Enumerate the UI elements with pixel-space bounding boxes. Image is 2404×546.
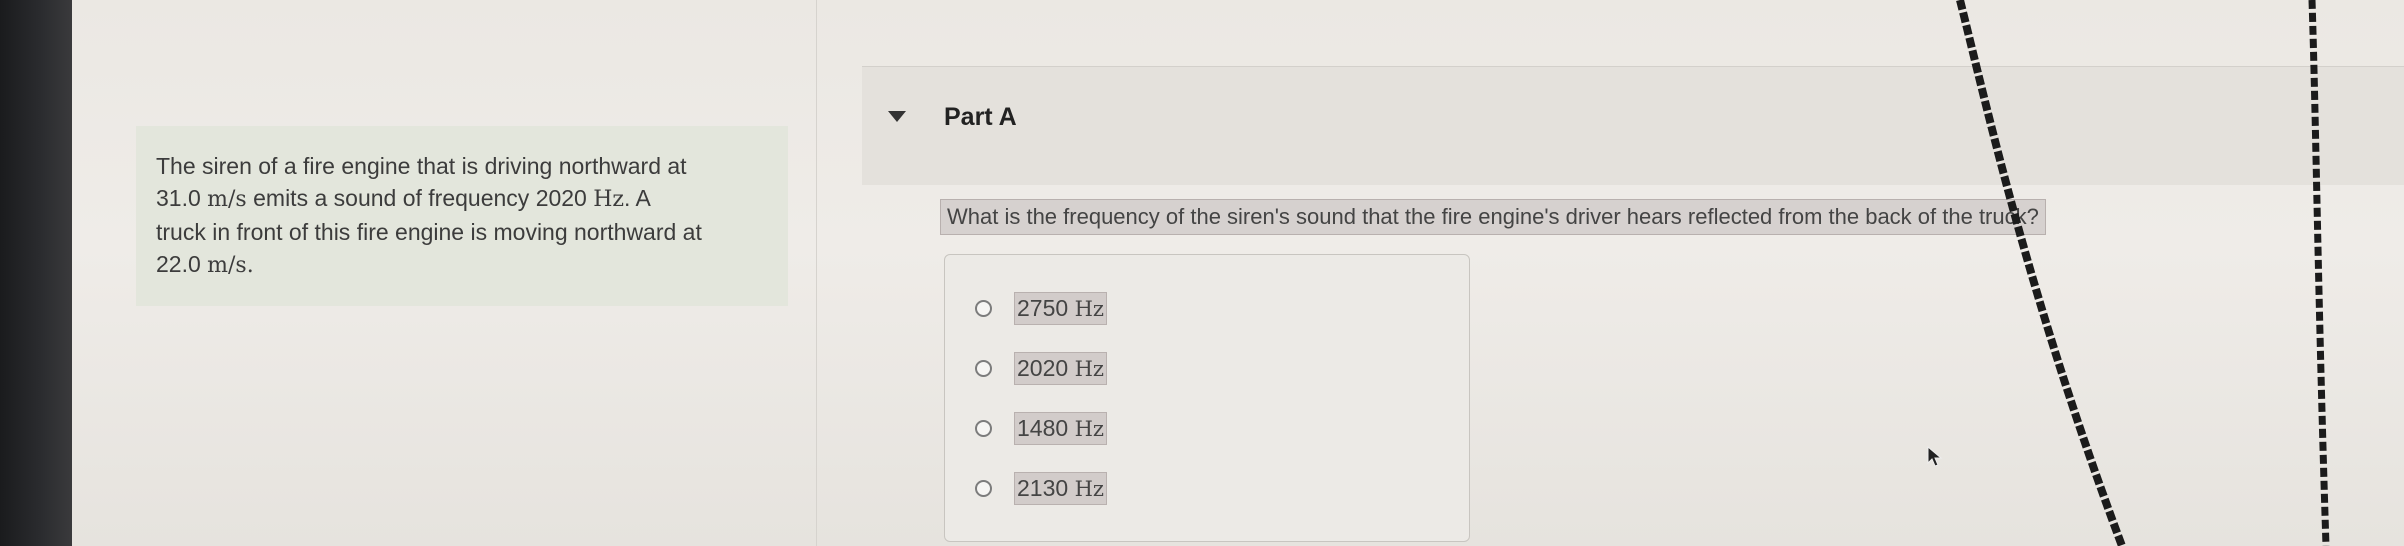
- option-1[interactable]: 2750 Hz: [975, 291, 1107, 325]
- truck-speed-unit: m/s: [207, 253, 247, 278]
- mouse-cursor-icon: [1927, 446, 1943, 467]
- option-label: 2750 Hz: [1014, 291, 1107, 325]
- question-text: What is the frequency of the siren's sou…: [940, 199, 2046, 235]
- problem-text: emits a sound of frequency: [253, 185, 530, 211]
- option-label: 2130 Hz: [1014, 471, 1107, 505]
- radio-button-icon[interactable]: [975, 299, 992, 317]
- problem-line-3: truck in front of this fire engine is mo…: [156, 216, 768, 248]
- option-2[interactable]: 2020 Hz: [975, 351, 1107, 385]
- speed-value: 31.0: [156, 185, 201, 211]
- option-label: 2020 Hz: [1014, 351, 1107, 385]
- column-divider: [816, 0, 817, 546]
- problem-line-1: The siren of a fire engine that is drivi…: [156, 150, 768, 182]
- truck-speed-value: 22.0: [156, 251, 201, 277]
- part-title: Part A: [944, 103, 1017, 131]
- radio-button-icon[interactable]: [975, 479, 992, 497]
- answer-options: 2750 Hz 2020 Hz 1480 Hz 2130 Hz: [944, 254, 1470, 542]
- radio-button-icon[interactable]: [975, 419, 992, 437]
- option-4[interactable]: 2130 Hz: [975, 471, 1107, 505]
- caret-down-icon[interactable]: [888, 111, 906, 122]
- problem-text: truck in front of this fire engine is mo…: [156, 219, 702, 245]
- problem-line-4: 22.0 m/s.: [156, 248, 768, 282]
- problem-text: . A: [624, 185, 651, 211]
- problem-line-2: 31.0 m/s emits a sound of frequency 2020…: [156, 182, 768, 216]
- part-a-header[interactable]: Part A: [862, 66, 2404, 185]
- frequency-value: 2020: [535, 185, 587, 211]
- problem-text: The siren of a fire engine that is drivi…: [156, 153, 687, 179]
- problem-text: .: [246, 253, 254, 278]
- option-3[interactable]: 1480 Hz: [975, 411, 1107, 445]
- monitor-bezel: [0, 0, 72, 546]
- radio-button-icon[interactable]: [975, 359, 992, 377]
- option-label: 1480 Hz: [1014, 411, 1107, 445]
- speed-unit: m/s: [207, 187, 247, 212]
- frequency-unit: Hz: [593, 187, 625, 212]
- problem-statement: The siren of a fire engine that is drivi…: [136, 126, 788, 306]
